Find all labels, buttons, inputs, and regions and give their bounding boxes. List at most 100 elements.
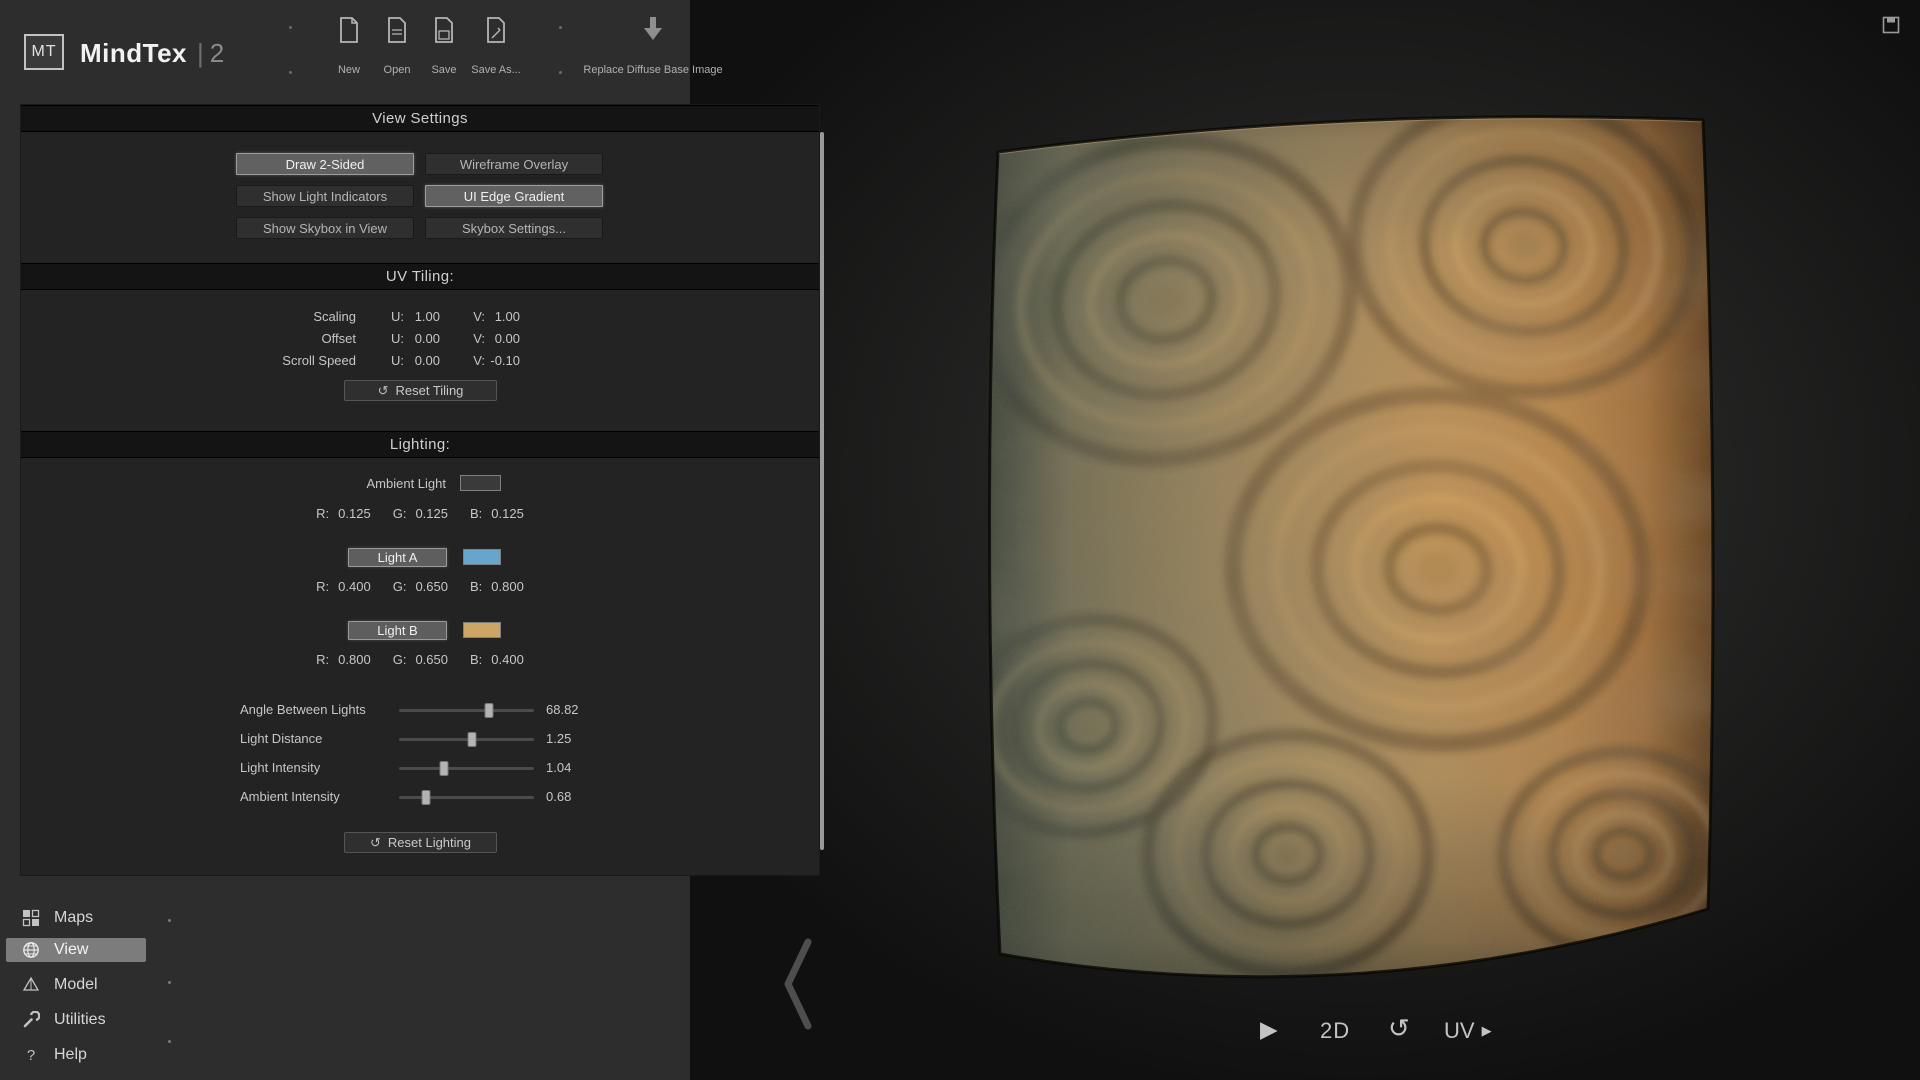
ambient-intensity-row: Ambient Intensity 0.68 — [21, 788, 819, 808]
sidebar-item-label: View — [54, 941, 88, 959]
v-prefix: V: — [467, 309, 485, 324]
reset-lighting-button[interactable]: ↺ Reset Lighting — [344, 832, 497, 853]
save-as-document-icon — [485, 16, 507, 44]
light-b-g-value: 0.650 — [415, 652, 448, 667]
replace-diffuse-label: Replace Diffuse Base Image — [583, 64, 722, 76]
app-logo: MT — [24, 34, 64, 70]
ambient-light-label: Ambient Light — [246, 476, 446, 491]
sidebar-item-view[interactable]: View — [6, 938, 146, 962]
angle-between-lights-label: Angle Between Lights — [240, 702, 366, 717]
light-b-button[interactable]: Light B — [348, 621, 447, 640]
save-as-button[interactable]: Save As... — [466, 16, 526, 76]
nav-separator-dot — [168, 919, 171, 922]
floppy-export-icon — [1882, 16, 1900, 34]
offset-v-value[interactable]: 0.00 — [485, 331, 520, 346]
light-b-b-value: 0.400 — [491, 652, 524, 667]
light-distance-label: Light Distance — [240, 731, 322, 746]
uv-view-button[interactable]: UV ▶ — [1444, 1018, 1492, 1044]
new-button[interactable]: New — [327, 16, 371, 76]
wireframe-overlay-button[interactable]: Wireframe Overlay — [425, 153, 603, 175]
ambient-intensity-value: 0.68 — [546, 789, 571, 804]
panel-scrollbar[interactable] — [820, 132, 824, 850]
panel-collapse-handle[interactable] — [782, 938, 814, 1035]
play-animation-button[interactable]: ▶ — [1260, 1016, 1278, 1043]
uv-view-label: UV — [1444, 1018, 1475, 1044]
slider-handle[interactable] — [422, 790, 431, 805]
nav-separator-dot — [168, 1040, 171, 1043]
uv-scaling-row: Scaling U: 1.00 V: 1.00 — [21, 309, 819, 327]
scaling-u-value[interactable]: 1.00 — [404, 309, 440, 324]
light-b-color-swatch[interactable] — [463, 622, 501, 638]
uv-offset-row: Offset U: 0.00 V: 0.00 — [21, 331, 819, 349]
skybox-settings-button[interactable]: Skybox Settings... — [425, 217, 603, 239]
u-prefix: U: — [386, 353, 404, 368]
b-prefix: B: — [470, 652, 482, 667]
view-settings-title: View Settings — [372, 110, 468, 127]
u-prefix: U: — [386, 309, 404, 324]
light-b-rgb-row: R: 0.800 G: 0.650 B: 0.400 — [21, 652, 819, 667]
save-button[interactable]: Save — [422, 16, 466, 76]
r-prefix: R: — [316, 652, 329, 667]
light-intensity-label: Light Intensity — [240, 760, 320, 775]
scroll-speed-v-value[interactable]: -0.10 — [485, 353, 520, 368]
show-skybox-button[interactable]: Show Skybox in View — [236, 217, 414, 239]
g-prefix: G: — [393, 506, 407, 521]
maps-icon — [22, 909, 40, 927]
save-document-icon — [433, 16, 455, 44]
app-version: 2 — [210, 38, 224, 68]
wrench-icon — [22, 1011, 40, 1029]
chevron-left-icon — [782, 938, 814, 1030]
show-light-indicators-button[interactable]: Show Light Indicators — [236, 185, 414, 207]
uv-triangle-icon: ▶ — [1482, 1023, 1492, 1039]
light-intensity-row: Light Intensity 1.04 — [21, 759, 819, 779]
offset-u-value[interactable]: 0.00 — [404, 331, 440, 346]
reset-lighting-label: Reset Lighting — [388, 835, 471, 850]
slider-handle[interactable] — [467, 732, 476, 747]
model-preview-cylinder[interactable] — [958, 64, 1748, 1016]
ambient-light-color-swatch[interactable] — [460, 475, 501, 491]
download-arrow-icon — [640, 16, 666, 42]
light-a-color-swatch[interactable] — [463, 549, 501, 565]
uv-scroll-speed-row: Scroll Speed U: 0.00 V: -0.10 — [21, 353, 819, 371]
reset-icon: ↺ — [378, 383, 389, 399]
ambient-b-value: 0.125 — [491, 506, 524, 521]
light-b-r-value: 0.800 — [338, 652, 371, 667]
2d-view-button[interactable]: 2D — [1320, 1018, 1350, 1044]
app-title: MindTex|2 — [80, 38, 224, 69]
cylinder-render — [958, 64, 1748, 1016]
uv-scroll-speed-label: Scroll Speed — [141, 353, 356, 368]
light-distance-value: 1.25 — [546, 731, 571, 746]
globe-icon — [22, 941, 40, 959]
export-snapshot-button[interactable] — [1882, 16, 1900, 39]
slider-handle[interactable] — [439, 761, 448, 776]
open-button[interactable]: Open — [375, 16, 419, 76]
angle-between-lights-row: Angle Between Lights 68.82 — [21, 701, 819, 721]
slider-handle[interactable] — [485, 703, 494, 718]
open-button-label: Open — [384, 64, 411, 76]
reset-tiling-button[interactable]: ↺ Reset Tiling — [344, 380, 497, 401]
scroll-speed-u-value[interactable]: 0.00 — [404, 353, 440, 368]
ambient-intensity-slider[interactable] — [399, 796, 534, 799]
open-document-icon — [386, 16, 408, 44]
view-settings-header: View Settings — [21, 105, 819, 132]
draw-2sided-button[interactable]: Draw 2-Sided — [236, 153, 414, 175]
reset-view-icon[interactable]: ↺ — [1388, 1013, 1410, 1044]
uv-tiling-header: UV Tiling: — [21, 263, 819, 290]
toolbar-separator — [288, 26, 292, 74]
sidebar-item-label: Help — [54, 1046, 87, 1064]
light-intensity-value: 1.04 — [546, 760, 571, 775]
light-a-r-value: 0.400 — [338, 579, 371, 594]
app-title-main: MindTex — [80, 38, 187, 68]
light-distance-slider[interactable] — [399, 738, 534, 741]
ambient-rgb-row: R: 0.125 G: 0.125 B: 0.125 — [21, 506, 819, 521]
replace-diffuse-button[interactable]: Replace Diffuse Base Image — [560, 16, 746, 76]
uv-scaling-label: Scaling — [141, 309, 356, 324]
uv-offset-label: Offset — [141, 331, 356, 346]
light-a-g-value: 0.650 — [415, 579, 448, 594]
reset-icon: ↺ — [370, 835, 381, 851]
angle-between-lights-slider[interactable] — [399, 709, 534, 712]
scaling-v-value[interactable]: 1.00 — [485, 309, 520, 324]
ui-edge-gradient-button[interactable]: UI Edge Gradient — [425, 185, 603, 207]
light-intensity-slider[interactable] — [399, 767, 534, 770]
light-a-button[interactable]: Light A — [348, 548, 447, 567]
